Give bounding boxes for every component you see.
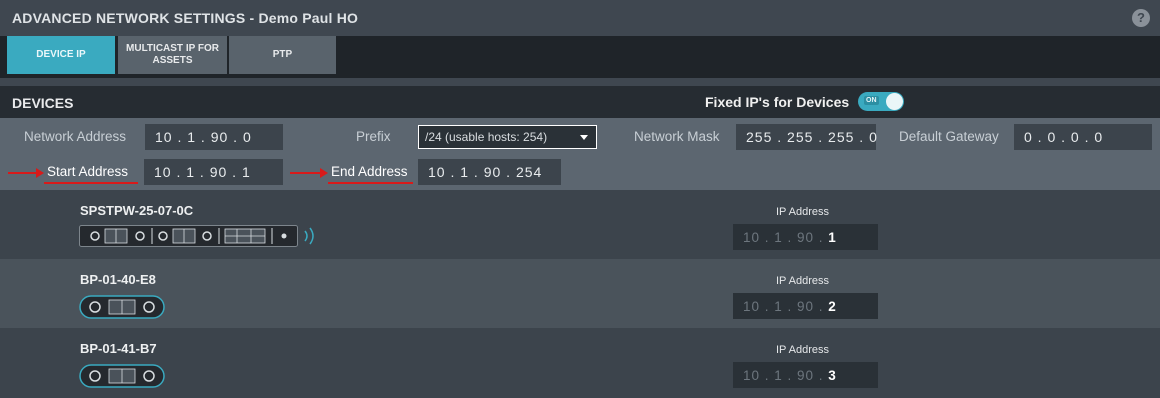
start-address-label: Start Address: [47, 164, 129, 179]
network-address-field[interactable]: 10 . 1 . 90 . 0: [145, 124, 283, 150]
tab-multicast-ip-for-assets[interactable]: MULTICAST IP FOR ASSETS: [118, 36, 227, 74]
device-front-panel-icon: [79, 295, 165, 319]
divider: [0, 78, 1160, 86]
chevron-down-icon: [580, 135, 588, 140]
ip-address-prefix: 10 . 1 . 90 .: [743, 229, 829, 245]
ip-address-field[interactable]: 10 . 1 . 90 . 1: [733, 224, 878, 250]
end-address-field[interactable]: 10 . 1 . 90 . 254: [418, 159, 561, 185]
annotation-arrow-start-shaft: [8, 172, 38, 174]
ip-address-field[interactable]: 10 . 1 . 90 . 3: [733, 362, 878, 388]
toggle-on-label: ON: [864, 96, 879, 105]
annotation-arrow-end-shaft: [290, 172, 322, 174]
ip-address-label: IP Address: [776, 344, 829, 356]
start-address-underline: [44, 182, 138, 184]
default-gateway-label: Default Gateway: [899, 129, 999, 144]
device-front-panel-icon: [79, 364, 165, 388]
network-address-label: Network Address: [24, 129, 127, 144]
annotation-arrow-start-head: [36, 168, 44, 178]
network-mask-label: Network Mask: [634, 129, 720, 144]
tab-bar: DEVICE IP MULTICAST IP FOR ASSETS PTP: [0, 36, 1160, 78]
ip-address-last-octet: 2: [828, 298, 837, 314]
ip-address-last-octet: 1: [828, 229, 837, 245]
ip-address-field[interactable]: 10 . 1 . 90 . 2: [733, 293, 878, 319]
annotation-arrow-end-head: [320, 168, 328, 178]
end-address-label: End Address: [331, 164, 408, 179]
ip-address-last-octet: 3: [828, 367, 837, 383]
prefix-label: Prefix: [356, 129, 391, 144]
default-gateway-field[interactable]: 0 . 0 . 0 . 0: [1014, 124, 1152, 150]
start-address-field[interactable]: 10 . 1 . 90 . 1: [144, 159, 283, 185]
title-bar: ADVANCED NETWORK SETTINGS - Demo Paul HO…: [0, 0, 1160, 36]
ip-address-label: IP Address: [776, 275, 829, 287]
window-title: ADVANCED NETWORK SETTINGS - Demo Paul HO: [12, 10, 359, 26]
fixed-ip-toggle[interactable]: ON: [858, 92, 904, 111]
device-name: BP-01-41-B7: [80, 341, 157, 356]
fixed-ip-label: Fixed IP's for Devices: [705, 94, 850, 110]
help-icon[interactable]: ?: [1132, 9, 1150, 27]
prefix-select-value: /24 (usable hosts: 254): [425, 130, 548, 144]
device-name: BP-01-40-E8: [80, 272, 156, 287]
network-mask-field[interactable]: 255 . 255 . 255 . 0: [736, 124, 877, 150]
tab-device-ip[interactable]: DEVICE IP: [7, 36, 115, 74]
devices-title: DEVICES: [12, 95, 74, 111]
device-front-panel-icon: [79, 225, 314, 247]
toggle-knob[interactable]: [886, 93, 903, 110]
device-name: SPSTPW-25-07-0C: [80, 203, 194, 218]
prefix-select[interactable]: /24 (usable hosts: 254): [418, 125, 597, 149]
end-address-underline: [328, 182, 413, 184]
ip-address-prefix: 10 . 1 . 90 .: [743, 367, 829, 383]
device-row[interactable]: SPSTPW-25-07-0C IP Address 10 . 1 . 90 .…: [0, 190, 1160, 259]
tab-ptp[interactable]: PTP: [229, 36, 336, 74]
ip-address-prefix: 10 . 1 . 90 .: [743, 298, 829, 314]
device-row[interactable]: BP-01-41-B7 IP Address 10 . 1 . 90 . 3: [0, 328, 1160, 398]
ip-address-label: IP Address: [776, 206, 829, 218]
devices-header: DEVICES Fixed IP's for Devices ON: [0, 86, 1160, 118]
device-row[interactable]: BP-01-40-E8 IP Address 10 . 1 . 90 . 2: [0, 259, 1160, 328]
